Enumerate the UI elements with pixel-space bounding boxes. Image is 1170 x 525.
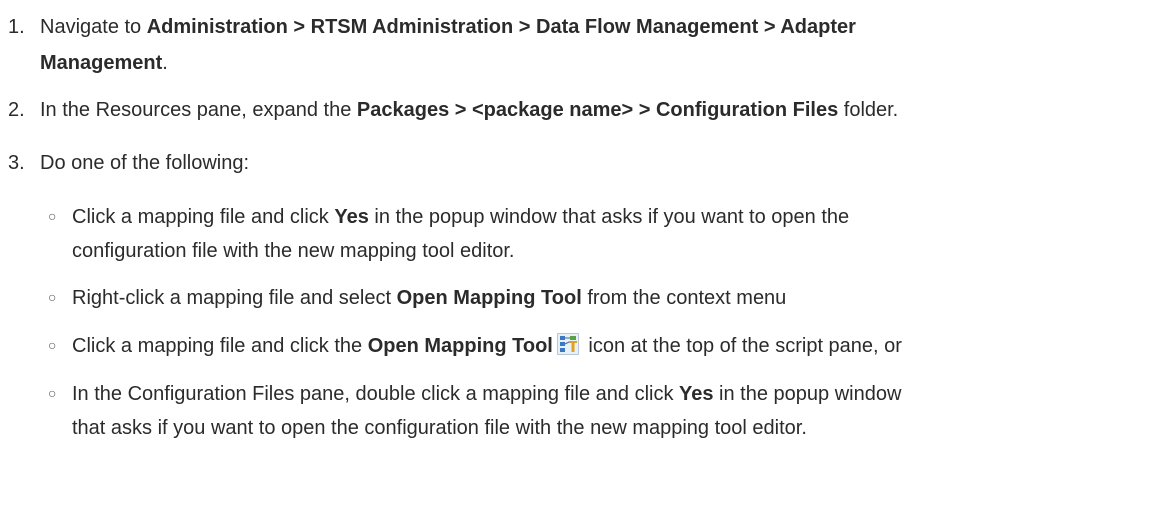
option-2-prefix: Right-click a mapping file and select <box>72 287 397 309</box>
option-1-prefix: Click a mapping file and click <box>72 206 335 228</box>
step-1: 1. Navigate to Administration > RTSM Admi… <box>8 9 856 45</box>
step-2: 2. In the Resources pane, expand the Pack… <box>8 92 898 128</box>
option-3-prefix: Click a mapping file and click the <box>72 335 368 357</box>
step-2-folder-path: Packages > <package name> > Configuratio… <box>356 99 839 121</box>
option-1-suffix: in the popup window that asks if you wan… <box>368 206 850 228</box>
bullet-icon: ○ <box>48 385 57 401</box>
step-2-prefix: In the Resources pane, expand the <box>40 99 357 121</box>
bullet-icon: ○ <box>48 208 57 224</box>
option-3-suffix: icon at the top of the script pane, or <box>582 335 902 357</box>
step-1-navigation-path: Administration > RTSM Administration > D… <box>146 16 856 38</box>
step-1-continuation: Management. <box>40 45 168 81</box>
open-mapping-tool-icon <box>556 332 579 355</box>
step-number: 3. <box>8 152 25 174</box>
option-1-continuation: configuration file with the new mapping … <box>72 240 515 262</box>
option-4-prefix: In the Configuration Files pane, double … <box>72 383 680 405</box>
step-1-suffix: . <box>162 52 168 74</box>
step-2-suffix: folder. <box>838 99 899 121</box>
bullet-icon: ○ <box>48 337 57 353</box>
step-3-text: Do one of the following: <box>40 152 250 174</box>
step-number: 2. <box>8 99 25 121</box>
option-2-open-mapping-tool: Open Mapping Tool <box>396 287 582 309</box>
option-4-continuation: that asks if you want to open the config… <box>72 417 807 439</box>
option-4: ○ In the Configuration Files pane, double… <box>48 376 901 412</box>
option-3-open-mapping-tool: Open Mapping Tool <box>367 335 553 357</box>
option-2-suffix: from the context menu <box>581 287 787 309</box>
option-4-suffix: in the popup window <box>713 383 902 405</box>
option-3: ○ Click a mapping file and click the Open… <box>48 328 902 364</box>
step-3: 3. Do one of the following: <box>8 145 249 181</box>
option-4-yes: Yes <box>679 383 714 405</box>
step-1-prefix: Navigate to <box>40 16 147 38</box>
step-1-navigation-path-end: Management <box>40 52 163 74</box>
option-2: ○ Right-click a mapping file and select O… <box>48 280 786 316</box>
bullet-icon: ○ <box>48 289 57 305</box>
step-number: 1. <box>8 16 25 38</box>
option-1: ○ Click a mapping file and click Yes in t… <box>48 199 849 235</box>
option-1-yes: Yes <box>334 206 369 228</box>
